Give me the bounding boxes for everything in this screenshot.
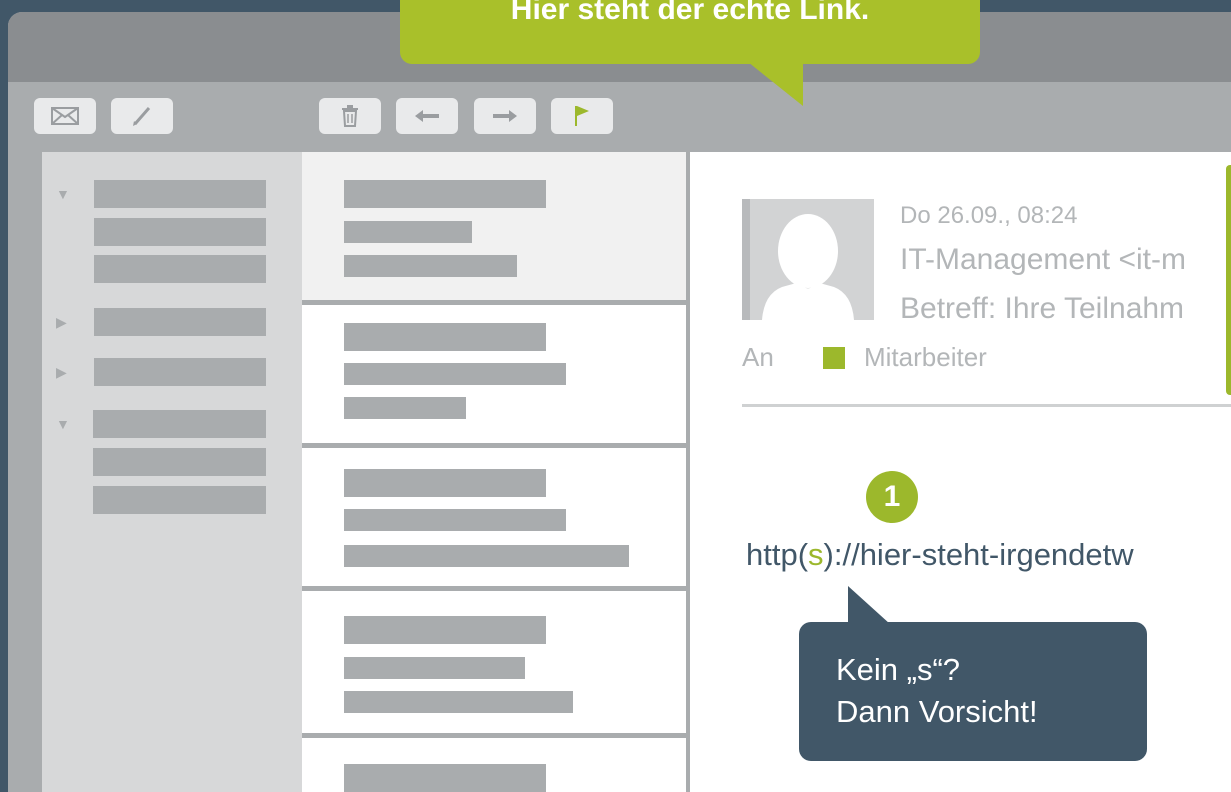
- warning-line-2: Dann Vorsicht!: [836, 694, 1038, 729]
- top-callout: Hier steht der echte Link.: [400, 0, 980, 64]
- warning-line-1: Kein „s“?: [836, 652, 961, 687]
- top-callout-text: Hier steht der echte Link.: [510, 0, 870, 26]
- warning-callout: Kein „s“? Dann Vorsicht!: [799, 622, 1147, 761]
